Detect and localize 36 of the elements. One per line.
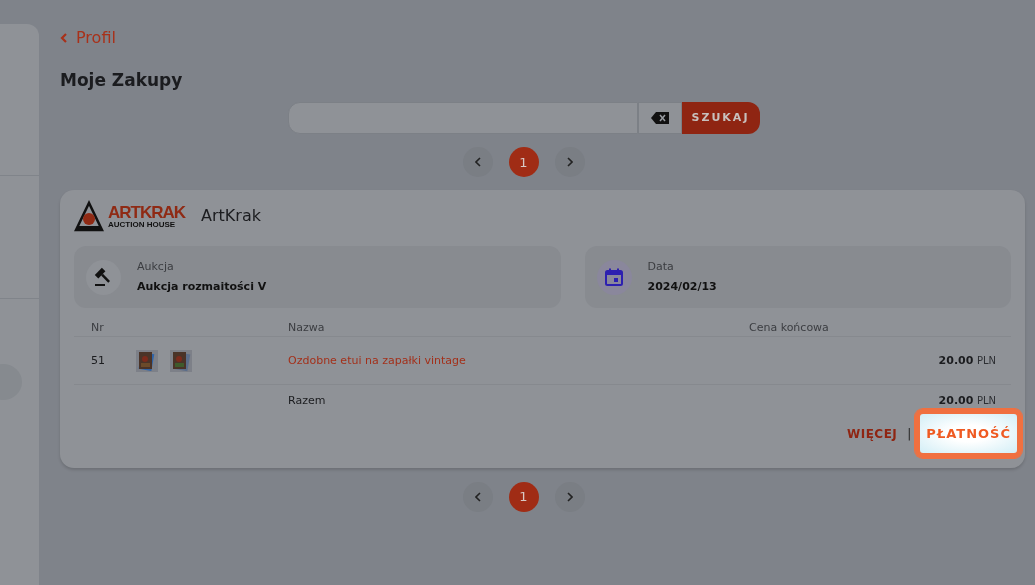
info-label: Data [647,258,675,275]
total-label: Razem [288,393,327,410]
logo-title: ARTKRAK [108,203,186,221]
previous-page-button[interactable] [462,147,493,178]
chevron-right-icon [566,157,573,168]
page-title: Moje Zakupy [60,70,184,91]
info-value: Aukcja rozmaitości V [137,279,267,296]
column-header: Nr [90,320,105,337]
previous-page-button[interactable] [462,481,493,512]
item-link[interactable]: Ozdobne etui na zapałki vintage [288,353,466,367]
info-label: Aukcja [137,258,175,275]
separator: | [907,425,912,443]
info-value: 2024/02/13 [647,279,717,296]
more-button[interactable]: WIĘCEJ [846,424,898,443]
seller-name: ArtKrak [201,205,261,228]
clear-button[interactable] [637,102,682,135]
column-header: Nazwa [288,320,326,337]
back-link[interactable]: Profil [76,26,116,50]
payment-button[interactable]: PŁATNOŚĆ [915,409,1022,458]
next-page-button[interactable] [554,481,585,512]
total-price: 20.00 PLN [937,393,997,410]
triangle-logo-icon [74,200,104,233]
logo-subtitle: AUCTION HOUSE [108,220,177,229]
table-cell-text: 51 [90,352,106,369]
column-header: Cena końcowa [749,321,829,335]
calendar-icon [604,267,624,288]
page-button[interactable]: 1 [508,147,539,178]
backspace-icon [650,112,669,125]
chevron-left-icon [474,157,481,168]
next-page-button[interactable] [554,147,585,178]
chevron-right-icon [566,491,573,502]
chevron-left-icon [474,491,481,502]
price-cell-text: 20.00 PLN [937,352,997,369]
chevron-left-icon [60,32,68,44]
search-button[interactable]: SZUKAJ [681,102,760,135]
page-button[interactable]: 1 [508,481,539,512]
